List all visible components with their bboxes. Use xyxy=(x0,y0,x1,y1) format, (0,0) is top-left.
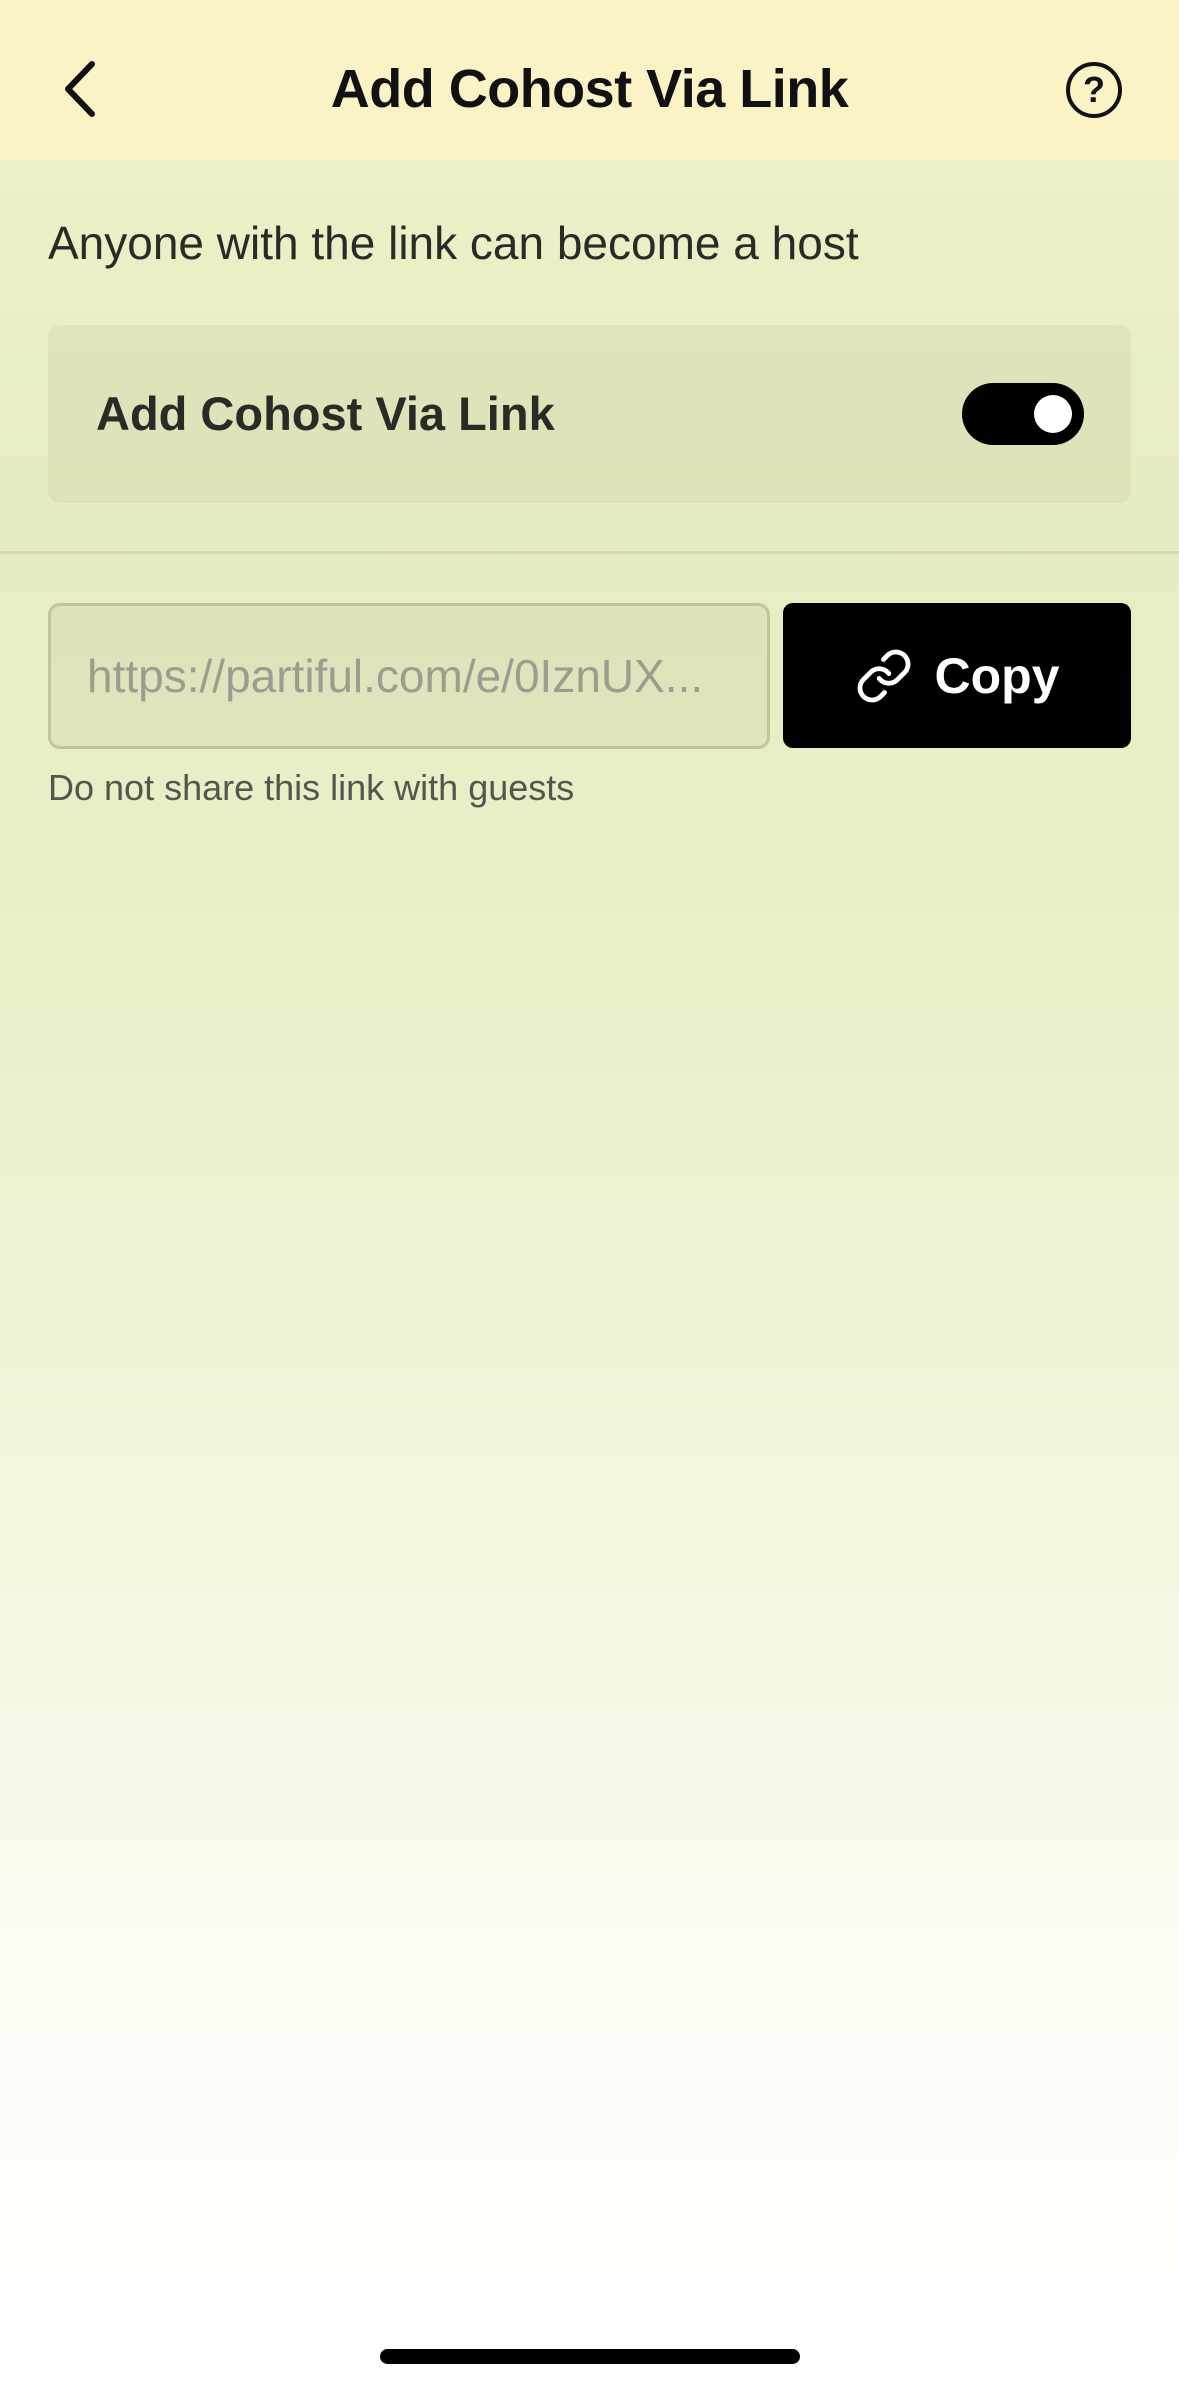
invite-link-field[interactable]: https://partiful.com/e/0IznUX... xyxy=(48,603,770,749)
home-indicator[interactable] xyxy=(380,2349,800,2364)
description-text: Anyone with the link can become a host xyxy=(48,217,859,269)
header-bar: Add Cohost Via Link ? xyxy=(0,0,1179,160)
page-title: Add Cohost Via Link xyxy=(330,59,849,119)
copy-link-button[interactable]: Copy xyxy=(783,603,1131,748)
copy-button-label: Copy xyxy=(934,647,1060,704)
help-button[interactable]: ? xyxy=(1066,62,1122,118)
invite-link-text: https://partiful.com/e/0IznUX... xyxy=(87,650,704,702)
link-icon xyxy=(855,647,913,705)
link-warning-text: Do not share this link with guests xyxy=(48,767,575,808)
cohost-link-toggle[interactable] xyxy=(962,383,1084,445)
section-divider xyxy=(0,551,1179,554)
setting-label: Add Cohost Via Link xyxy=(96,387,555,440)
cohost-link-setting-card: Add Cohost Via Link xyxy=(48,325,1131,503)
help-circle-icon: ? xyxy=(1083,69,1105,110)
toggle-knob xyxy=(1034,395,1072,433)
